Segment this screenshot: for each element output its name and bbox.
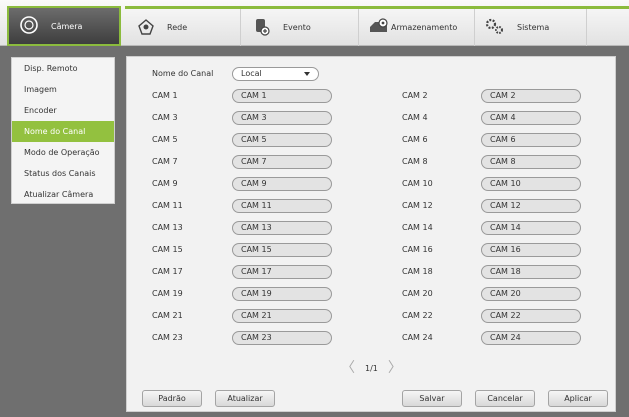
channel-name-label: Nome do Canal xyxy=(152,69,214,78)
channel-label: CAM 21 xyxy=(152,311,183,320)
channel-name-input[interactable]: CAM 2 xyxy=(481,89,581,103)
channel-label: CAM 15 xyxy=(152,245,183,254)
sidebar-item-remote-device[interactable]: Disp. Remoto xyxy=(12,58,114,79)
sidebar-item-update-camera[interactable]: Atualizar Câmera xyxy=(12,184,114,205)
select-value: Local xyxy=(241,69,262,78)
refresh-button[interactable]: Atualizar xyxy=(215,390,275,407)
sidebar-item-encoder[interactable]: Encoder xyxy=(12,100,114,121)
channel-name-input[interactable]: CAM 1 xyxy=(232,89,332,103)
channel-name-input[interactable]: CAM 15 xyxy=(232,243,332,257)
channel-label: CAM 12 xyxy=(402,201,433,210)
chevron-down-icon xyxy=(304,72,310,76)
channel-name-input[interactable]: CAM 18 xyxy=(481,265,581,279)
channel-label: CAM 18 xyxy=(402,267,433,276)
save-button[interactable]: Salvar xyxy=(402,390,462,407)
channel-name-input[interactable]: CAM 16 xyxy=(481,243,581,257)
tab-label: Rede xyxy=(167,23,188,32)
channel-name-input[interactable]: CAM 11 xyxy=(232,199,332,213)
channel-label: CAM 23 xyxy=(152,333,183,342)
channel-name-input[interactable]: CAM 9 xyxy=(232,177,332,191)
tab-storage[interactable]: Armazenamento xyxy=(359,9,475,46)
channel-label: CAM 16 xyxy=(402,245,433,254)
channel-name-input[interactable]: CAM 23 xyxy=(232,331,332,345)
channel-label: CAM 20 xyxy=(402,289,433,298)
sidebar-item-channel-status[interactable]: Status dos Canais xyxy=(12,163,114,184)
channel-name-input[interactable]: CAM 24 xyxy=(481,331,581,345)
sidebar: Disp. Remoto Imagem Encoder Nome do Cana… xyxy=(11,57,115,204)
channel-name-input[interactable]: CAM 5 xyxy=(232,133,332,147)
channel-label: CAM 2 xyxy=(402,91,428,100)
channel-label: CAM 13 xyxy=(152,223,183,232)
channel-label: CAM 17 xyxy=(152,267,183,276)
sidebar-item-channel-name[interactable]: Nome do Canal xyxy=(12,121,114,142)
channel-name-input[interactable]: CAM 13 xyxy=(232,221,332,235)
channel-label: CAM 6 xyxy=(402,135,428,144)
pagination: 〈 1/1 〉 xyxy=(331,361,412,375)
tab-label: Armazenamento xyxy=(391,23,458,32)
channel-label: CAM 8 xyxy=(402,157,428,166)
channel-label: CAM 4 xyxy=(402,113,428,122)
tab-event[interactable]: Evento xyxy=(241,9,359,46)
channel-name-input[interactable]: CAM 20 xyxy=(481,287,581,301)
camera-icon xyxy=(19,15,39,37)
channel-name-input[interactable]: CAM 17 xyxy=(232,265,332,279)
top-navigation-bar: Câmera Rede Evento Armazenamento Sistema xyxy=(0,0,629,46)
channel-name-input[interactable]: CAM 8 xyxy=(481,155,581,169)
channel-name-input[interactable]: CAM 3 xyxy=(232,111,332,125)
sidebar-item-image[interactable]: Imagem xyxy=(12,79,114,100)
channel-label: CAM 22 xyxy=(402,311,433,320)
channel-name-input[interactable]: CAM 14 xyxy=(481,221,581,235)
tab-camera[interactable]: Câmera xyxy=(7,6,121,46)
sidebar-item-operation-mode[interactable]: Modo de Operação xyxy=(12,142,114,163)
channel-label: CAM 3 xyxy=(152,113,178,122)
channel-label: CAM 7 xyxy=(152,157,178,166)
network-icon xyxy=(137,18,155,38)
apply-button[interactable]: Aplicar xyxy=(548,390,608,407)
channel-label: CAM 10 xyxy=(402,179,433,188)
channel-name-input[interactable]: CAM 4 xyxy=(481,111,581,125)
channel-label: CAM 11 xyxy=(152,201,183,210)
chevron-left-icon[interactable]: 〈 xyxy=(341,361,355,375)
system-icon xyxy=(485,18,505,38)
storage-icon xyxy=(367,17,389,38)
channel-source-select[interactable]: Local xyxy=(232,67,319,81)
tab-label: Sistema xyxy=(517,23,550,32)
channel-label: CAM 14 xyxy=(402,223,433,232)
channel-name-input[interactable]: CAM 10 xyxy=(481,177,581,191)
channel-name-input[interactable]: CAM 12 xyxy=(481,199,581,213)
channel-name-input[interactable]: CAM 7 xyxy=(232,155,332,169)
channel-name-input[interactable]: CAM 19 xyxy=(232,287,332,301)
channel-name-input[interactable]: CAM 22 xyxy=(481,309,581,323)
channel-name-input[interactable]: CAM 21 xyxy=(232,309,332,323)
default-button[interactable]: Padrão xyxy=(142,390,202,407)
page-indicator: 1/1 xyxy=(365,363,378,373)
cancel-button[interactable]: Cancelar xyxy=(475,390,535,407)
channel-label: CAM 5 xyxy=(152,135,178,144)
channel-label: CAM 9 xyxy=(152,179,178,188)
channel-label: CAM 1 xyxy=(152,91,178,100)
chevron-right-icon[interactable]: 〉 xyxy=(388,361,402,375)
channel-label: CAM 19 xyxy=(152,289,183,298)
event-icon xyxy=(253,17,271,39)
channel-name-panel: Nome do Canal Local CAM 1 CAM 1 CAM 2 CAM 2… xyxy=(126,56,616,412)
tab-label: Evento xyxy=(283,23,311,32)
tab-network[interactable]: Rede xyxy=(125,9,241,46)
tab-label: Câmera xyxy=(51,21,83,31)
tab-system[interactable]: Sistema xyxy=(475,9,587,46)
channel-label: CAM 24 xyxy=(402,333,433,342)
channel-name-input[interactable]: CAM 6 xyxy=(481,133,581,147)
